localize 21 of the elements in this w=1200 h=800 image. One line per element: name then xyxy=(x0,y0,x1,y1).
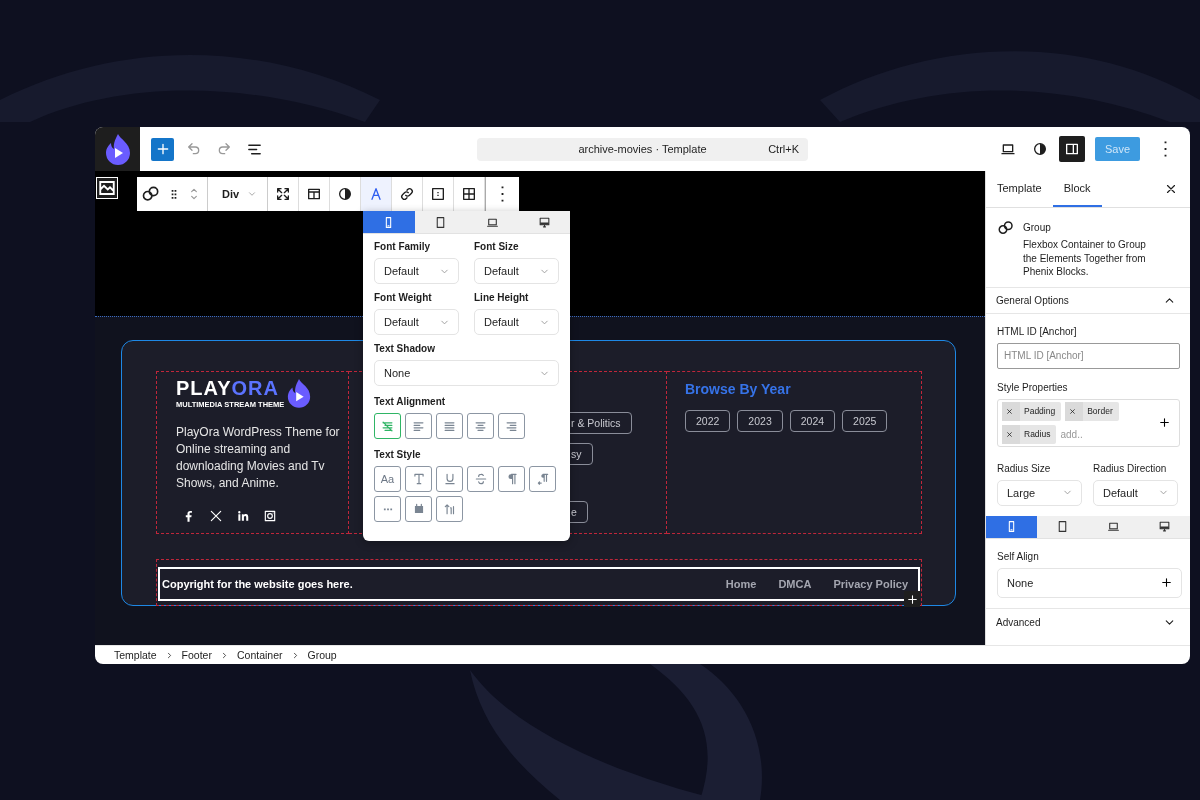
field-label: Text Alignment xyxy=(374,396,446,407)
copyright-text: Copyright for the website goes here. xyxy=(162,578,353,590)
field-label: Radius Direction xyxy=(1093,462,1168,474)
field-label: Font Size xyxy=(474,241,520,252)
field-label: Text Style xyxy=(374,449,421,460)
field-label: Font Family xyxy=(374,241,432,252)
field-label: HTML ID [Anchor] xyxy=(997,325,1078,337)
section-heading: Browse By Year xyxy=(685,381,791,397)
placeholder-text: add.. xyxy=(1060,428,1083,440)
footer-description: PlayOra WordPress Theme for Online streaming and downloading Movies and Tv Shows, and Anime. xyxy=(176,424,341,492)
block-description: Flexbox Container to Group the Elements Together from Phenix Blocks. xyxy=(1023,238,1147,279)
document-title: archive-movies · Template xyxy=(578,143,707,155)
field-label: Style Properties xyxy=(997,381,1069,393)
logo-wordmark: PLAYORA xyxy=(176,377,280,399)
shortcut-hint: Ctrl+K xyxy=(768,142,799,155)
field-label: Radius Size xyxy=(997,462,1052,474)
field-label: Text Shadow xyxy=(374,343,435,354)
field-label: Font Weight xyxy=(374,292,433,303)
field-label: Self Align xyxy=(997,550,1040,562)
field-label: Line Height xyxy=(474,292,530,303)
block-title: Group xyxy=(1023,222,1052,233)
